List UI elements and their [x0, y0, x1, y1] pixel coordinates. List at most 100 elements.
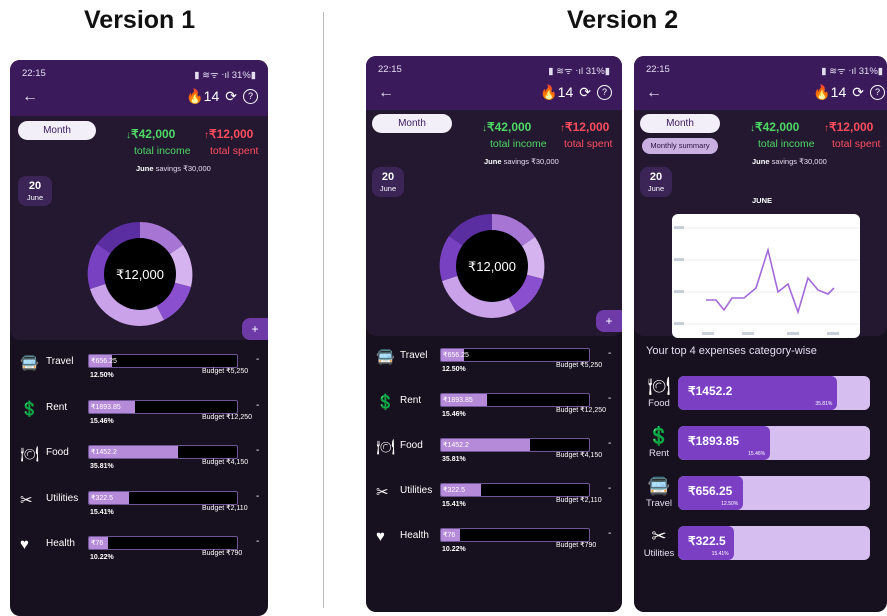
category-budget: Budget ₹12,250	[556, 407, 606, 414]
refresh-icon[interactable]: ⟳	[579, 84, 591, 101]
version-2-heading: Version 2	[567, 6, 679, 34]
savings-value: savings ₹30,000	[153, 164, 211, 173]
category-row-health[interactable]: ♥ Health ₹76 - 10.22% Budget ₹790	[366, 528, 622, 572]
category-row-utilities[interactable]: ✂ Utilities ₹322.5 - 15.41% Budget ₹2,110	[10, 490, 268, 535]
add-button[interactable]: +	[242, 318, 268, 340]
category-amount: ₹1452.2	[443, 442, 469, 449]
category-menu[interactable]: -	[608, 528, 611, 539]
utilities-icon: ✂	[651, 526, 667, 546]
category-menu[interactable]: -	[256, 491, 259, 502]
date-day: 20	[381, 171, 395, 183]
spent-value: ₹12,000	[565, 120, 610, 134]
category-row-travel[interactable]: 🚍 Travel ₹656.25 - 12.50% Budget ₹5,250	[10, 354, 268, 398]
category-menu[interactable]: -	[256, 400, 259, 411]
streak-fire-icon[interactable]: 🔥14	[540, 84, 573, 101]
phone-v1: 22:15 ▮ ≋ᯤ ⋅ıl 31%▮ ← 🔥14 ⟳ ? Month ↓₹42…	[10, 60, 268, 616]
income-value: ₹42,000	[755, 120, 800, 134]
period-toggle[interactable]: Month	[640, 114, 720, 133]
category-row-food[interactable]: 🍽 Food ₹1452.2 - 35.81% Budget ₹4,150	[366, 438, 622, 482]
category-percent: 10.22%	[442, 546, 466, 553]
category-progress-bar: ₹76	[440, 528, 590, 542]
category-progress-bar: ₹76	[88, 536, 238, 550]
category-menu[interactable]: -	[256, 445, 259, 456]
category-name: Health	[400, 530, 429, 541]
status-time: 22:15	[378, 64, 402, 75]
help-icon[interactable]: ?	[597, 85, 612, 100]
income-label: total income	[490, 138, 547, 150]
category-percent: 15.46%	[442, 411, 466, 418]
monthly-summary-button[interactable]: Monthly summary	[642, 138, 718, 154]
date-chip[interactable]: 20 June	[372, 167, 404, 197]
utilities-icon: ✂	[20, 491, 33, 509]
top-expense-percent: 15.41%	[711, 551, 729, 557]
top-expense-amount: ₹322.5	[688, 534, 726, 548]
refresh-icon[interactable]: ⟳	[852, 84, 864, 101]
back-arrow-icon[interactable]: ←	[378, 84, 394, 102]
status-time: 22:15	[22, 68, 46, 79]
category-name: Health	[46, 538, 75, 549]
category-percent: 35.81%	[90, 463, 114, 470]
category-row-rent[interactable]: 💲 Rent ₹1893.85 - 15.46% Budget ₹12,250	[10, 399, 268, 444]
refresh-icon[interactable]: ⟳	[225, 88, 237, 105]
savings-month: June	[752, 157, 770, 166]
income-value: ₹42,000	[487, 120, 532, 134]
expense-donut[interactable]: ₹12,000	[80, 214, 200, 334]
spending-line-chart[interactable]	[672, 214, 860, 338]
health-icon: ♥	[376, 528, 385, 545]
category-percent: 10.22%	[90, 554, 114, 561]
date-chip[interactable]: 20 June	[640, 167, 672, 197]
date-day: 20	[649, 171, 663, 183]
category-budget: Budget ₹790	[556, 542, 597, 549]
top-expense-bar[interactable]: ₹1893.85 15.46%	[678, 426, 870, 460]
top-expense-percent: 12.50%	[721, 501, 739, 507]
food-icon: 🍽	[647, 376, 671, 396]
food-icon: 🍽	[376, 439, 396, 456]
top-expense-bar[interactable]: ₹1452.2 35.81%	[678, 376, 870, 410]
income-amount: ↓₹42,000	[126, 127, 176, 141]
date-chip[interactable]: 20 June	[18, 176, 52, 206]
category-menu[interactable]: -	[608, 438, 611, 449]
top-expense-label: Travel	[645, 498, 673, 509]
category-percent: 15.46%	[90, 417, 114, 425]
period-toggle[interactable]: Month	[372, 114, 452, 133]
help-icon[interactable]: ?	[243, 89, 258, 104]
category-row-health[interactable]: ♥ Health ₹76 - 10.22% Budget ₹790	[10, 536, 268, 580]
category-row-rent[interactable]: 💲 Rent ₹1893.85 - 15.46% Budget ₹12,250	[366, 393, 622, 437]
category-budget: Budget ₹5,250	[556, 362, 603, 369]
version-1-heading: Version 1	[84, 6, 196, 34]
category-row-food[interactable]: 🍽 Food ₹1452.2 - 35.81% Budget ₹4,150	[10, 445, 268, 489]
category-menu[interactable]: -	[608, 393, 611, 404]
period-toggle[interactable]: Month	[18, 121, 96, 140]
category-amount: ₹322.5	[443, 487, 465, 494]
header-icons: 🔥14 ⟳ ?	[813, 84, 885, 101]
category-menu[interactable]: -	[256, 536, 259, 547]
category-name: Food	[400, 440, 423, 451]
category-menu[interactable]: -	[608, 483, 611, 494]
status-time: 22:15	[646, 64, 670, 75]
category-progress-bar: ₹1893.85	[88, 399, 238, 414]
summary-panel: Month ↓₹42,000 ↑₹12,000 total income tot…	[10, 116, 268, 340]
back-arrow-icon[interactable]: ←	[22, 88, 38, 106]
back-arrow-icon[interactable]: ←	[646, 84, 662, 102]
category-menu[interactable]: -	[608, 348, 611, 359]
category-progress-bar: ₹1893.85	[440, 393, 590, 407]
streak-fire-icon[interactable]: 🔥14	[186, 88, 219, 105]
summary-panel: Month ↓₹42,000 ↑₹12,000 total income tot…	[366, 110, 622, 336]
category-budget: Budget ₹790	[202, 550, 243, 557]
help-icon[interactable]: ?	[870, 85, 885, 100]
top-expense-bar[interactable]: ₹656.25 12.50%	[678, 476, 870, 510]
category-row-utilities[interactable]: ✂ Utilities ₹322.5 - 15.41% Budget ₹2,110	[366, 483, 622, 527]
expense-donut[interactable]: ₹12,000	[432, 206, 552, 326]
top-expense-bar[interactable]: ₹322.5 15.41%	[678, 526, 870, 560]
category-name: Travel	[46, 356, 74, 367]
category-menu[interactable]: -	[256, 354, 259, 365]
savings-value: savings ₹30,000	[501, 157, 559, 166]
category-row-travel[interactable]: 🚍 Travel ₹656.25 - 12.50% Budget ₹5,250	[366, 348, 622, 392]
streak-fire-icon[interactable]: 🔥14	[813, 84, 846, 101]
add-button[interactable]: +	[596, 310, 622, 332]
spent-value: ₹12,000	[829, 120, 874, 134]
spent-amount: ↑₹12,000	[560, 120, 610, 134]
date-month: June	[647, 184, 665, 193]
savings-value: savings ₹30,000	[769, 157, 827, 166]
utilities-icon: ✂	[376, 484, 389, 501]
